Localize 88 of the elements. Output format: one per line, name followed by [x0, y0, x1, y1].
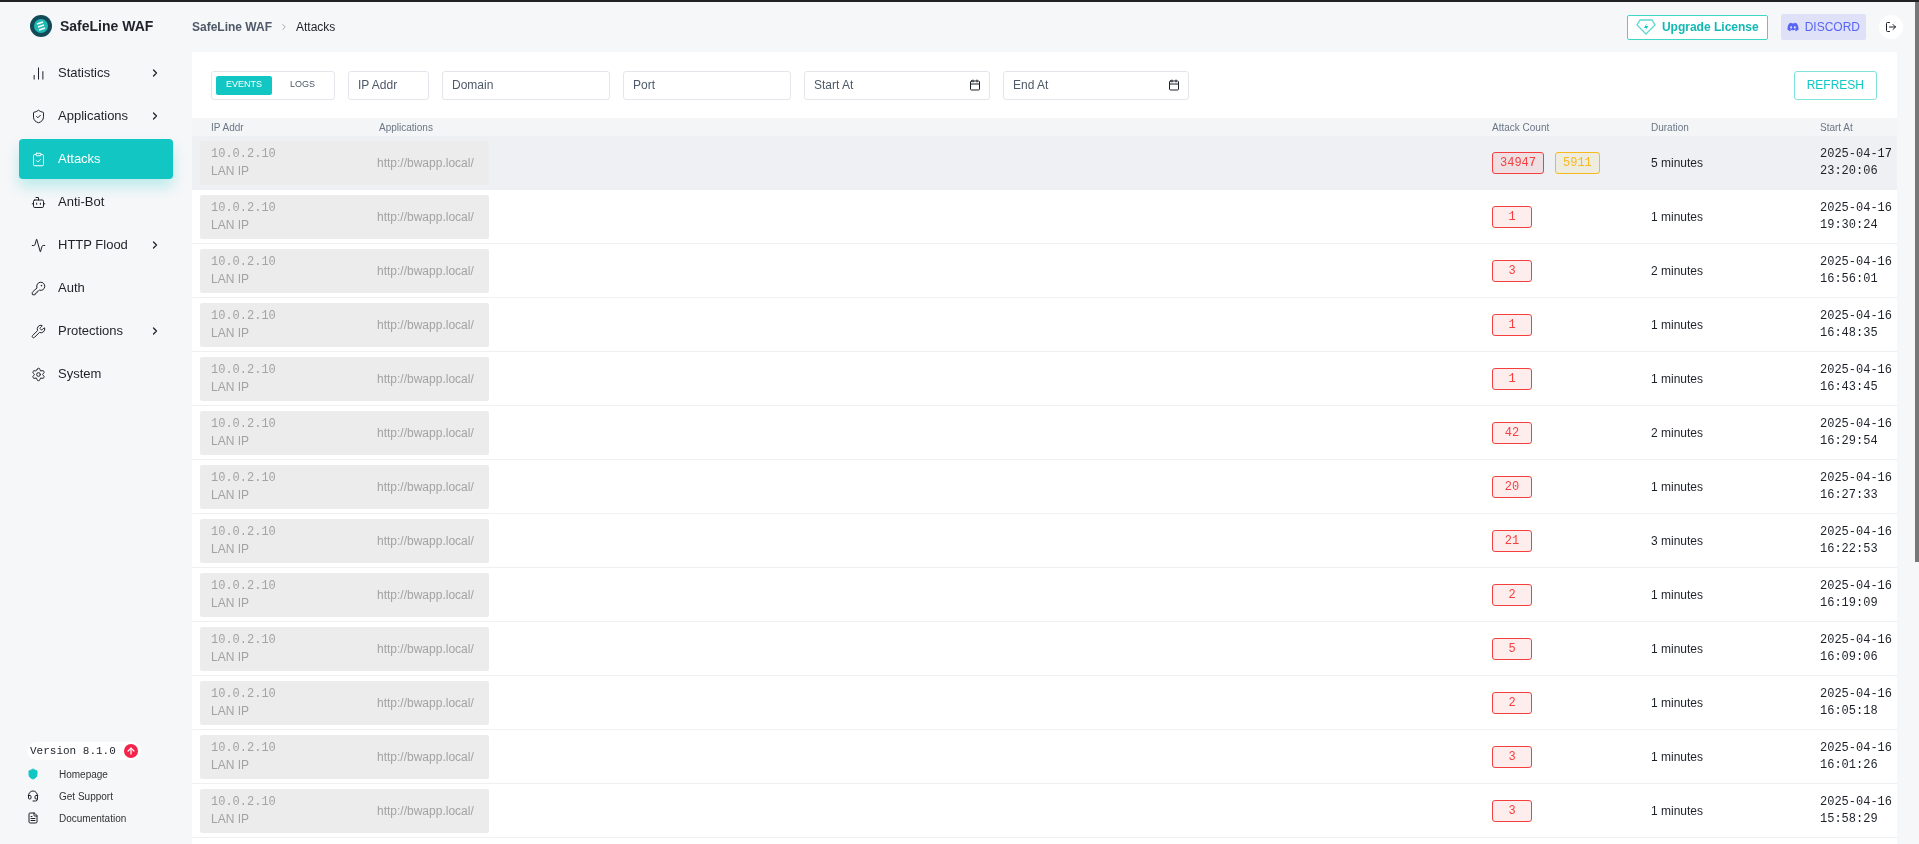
count-badge: 3 [1492, 799, 1532, 822]
shield-icon [27, 768, 39, 780]
start-time: 2025-04-16 16:56:01 [1819, 253, 1893, 288]
start-time: 2025-04-16 16:05:18 [1819, 685, 1893, 720]
count-badge: 34947 [1492, 151, 1544, 174]
nav-item[interactable]: Anti-Bot [19, 182, 173, 222]
footer-link[interactable]: Documentation [59, 810, 127, 826]
count-badge: 3 [1492, 259, 1532, 282]
date-field[interactable]: Start At [804, 70, 990, 100]
start-time: 2025-04-16 16:43:45 [1819, 361, 1893, 396]
duration-text: 1 minutes [1650, 586, 1705, 604]
duration-text: 1 minutes [1650, 640, 1705, 658]
duration-text: 2 minutes [1650, 262, 1705, 280]
duration-text: 2 minutes [1650, 424, 1705, 442]
start-time: 2025-04-16 16:29:54 [1819, 415, 1893, 450]
view-tab[interactable]: LOGS [280, 75, 326, 95]
key-icon [31, 280, 46, 296]
discord-icon [1786, 21, 1799, 33]
duration-text: 1 minutes [1650, 370, 1705, 388]
date-field[interactable]: End At [1003, 70, 1189, 100]
duration-text: 1 minutes [1650, 478, 1705, 496]
count-badge: 3 [1492, 745, 1532, 768]
nav-item[interactable]: Statistics [19, 53, 173, 93]
column-header: Attack Count [1492, 120, 1551, 135]
update-icon [123, 743, 138, 758]
duration-text: 1 minutes [1650, 802, 1705, 820]
start-time: 2025-04-16 19:30:24 [1819, 199, 1893, 234]
count-badge: 5911 [1555, 151, 1600, 174]
settings-icon [31, 366, 46, 382]
calendar-icon [1168, 78, 1180, 91]
logo-icon [30, 15, 52, 37]
nav-item[interactable]: HTTP Flood [19, 225, 173, 265]
count-badge: 21 [1492, 529, 1532, 552]
column-header: IP Addr [211, 120, 245, 135]
nav-item[interactable]: Auth [19, 268, 173, 308]
brand-name: SafeLine WAF [60, 16, 154, 36]
start-time: 2025-04-16 15:58:29 [1819, 793, 1893, 828]
footer-link[interactable]: Get Support [59, 788, 113, 804]
column-header: Applications [379, 120, 434, 135]
duration-text: 3 minutes [1650, 532, 1705, 550]
nav-item[interactable]: System [19, 354, 173, 394]
start-time: 2025-04-17 23:20:06 [1819, 145, 1893, 180]
input-field[interactable]: Port [623, 70, 791, 100]
nav-item[interactable]: Applications [19, 96, 173, 136]
scrollbar[interactable] [1915, 2, 1919, 562]
diamond-bolt-icon [1635, 19, 1656, 35]
start-time: 2025-04-16 16:27:33 [1819, 469, 1893, 504]
version-badge: Version 8.1.0 [27, 741, 141, 760]
duration-text: 1 minutes [1650, 316, 1705, 334]
calendar-icon [969, 78, 981, 91]
bar-chart-icon [31, 65, 46, 81]
duration-text: 1 minutes [1650, 694, 1705, 712]
count-badge: 1 [1492, 313, 1532, 336]
count-badge: 2 [1492, 583, 1532, 606]
input-field[interactable]: IP Addr [348, 70, 429, 100]
breadcrumb-current: Attacks [296, 19, 336, 36]
discord-button[interactable]: DISCORD [1780, 14, 1866, 40]
input-field[interactable]: Domain [442, 70, 610, 100]
chevron-icon [279, 22, 289, 32]
count-badge: 42 [1492, 421, 1532, 444]
count-badge: 1 [1492, 205, 1532, 228]
pulse-icon [31, 237, 46, 253]
column-header: Start At [1820, 120, 1854, 135]
nav-item[interactable]: Protections [19, 311, 173, 351]
robot-icon [31, 194, 46, 210]
document-icon [27, 812, 39, 824]
duration-text: 5 minutes [1650, 154, 1705, 172]
count-badge: 5 [1492, 637, 1532, 660]
table-row[interactable]: 10.0.2.10 LAN IP http://bwapp.local/ 34947 5911 5 minutes 2025-04-17 23:20:06 [192, 136, 1897, 190]
start-time: 2025-04-16 16:22:53 [1819, 523, 1893, 558]
duration-text: 1 minutes [1650, 208, 1705, 226]
breadcrumb-link[interactable]: SafeLine WAF [192, 18, 272, 36]
count-badge: 20 [1492, 475, 1532, 498]
logout-button[interactable] [1879, 15, 1903, 39]
logout-icon [1885, 21, 1897, 33]
shield-icon [31, 108, 46, 124]
start-time: 2025-04-16 16:19:09 [1819, 577, 1893, 612]
clipboard-icon [31, 151, 46, 167]
start-time: 2025-04-16 16:01:26 [1819, 739, 1893, 774]
duration-text: 1 minutes [1650, 748, 1705, 766]
count-badge: 1 [1492, 367, 1532, 390]
count-badge: 2 [1492, 691, 1532, 714]
column-header: Duration [1651, 120, 1690, 135]
wrench-icon [31, 323, 46, 339]
footer-link[interactable]: Homepage [59, 766, 108, 782]
start-time: 2025-04-16 16:48:35 [1819, 307, 1893, 342]
headset-icon [27, 790, 39, 802]
start-time: 2025-04-16 16:09:06 [1819, 631, 1893, 666]
